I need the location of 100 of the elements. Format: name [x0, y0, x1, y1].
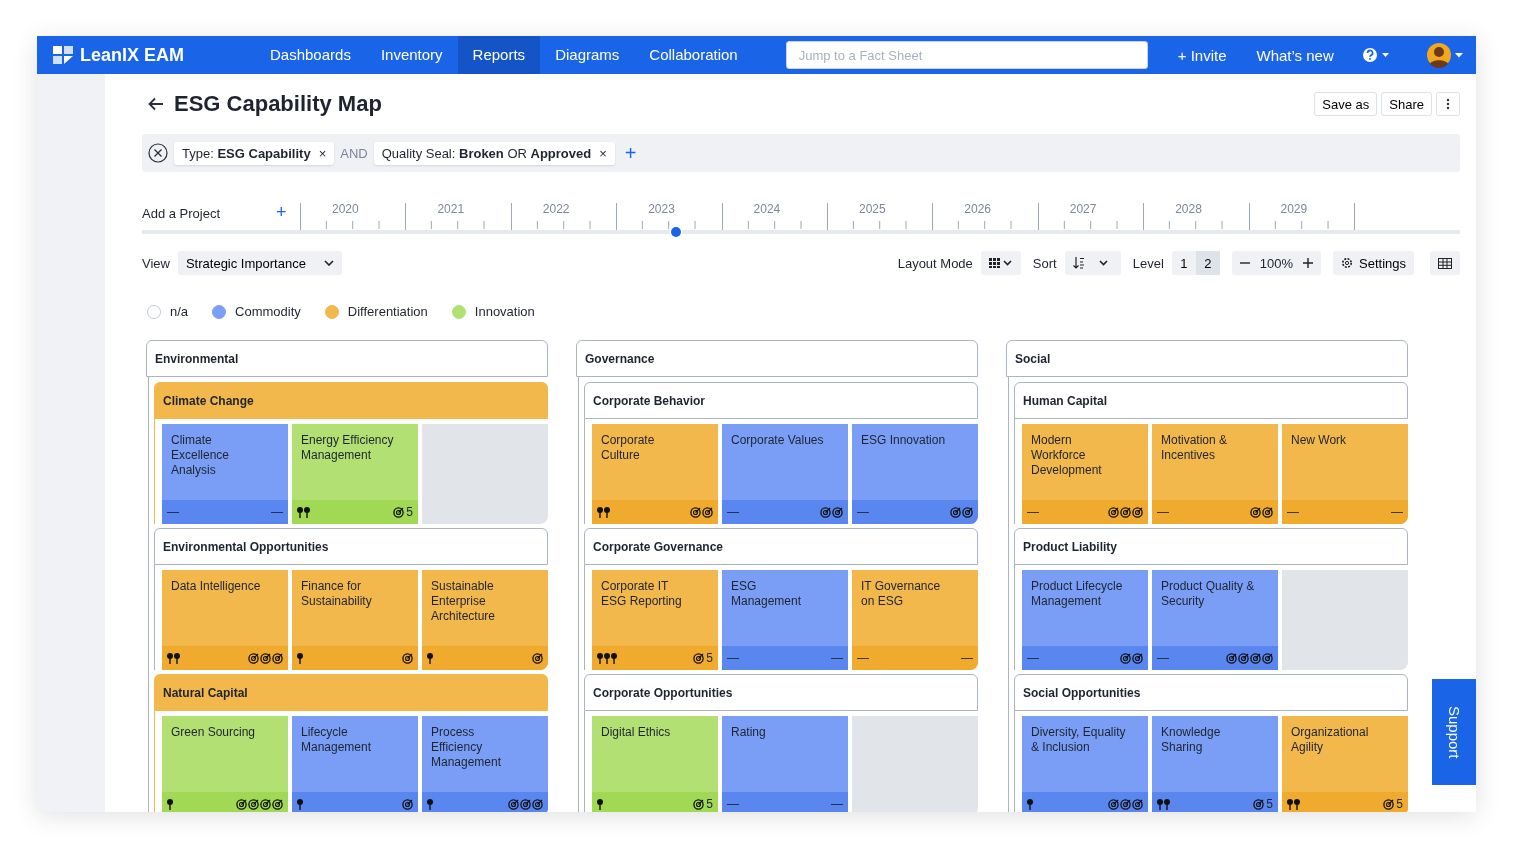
level-label: Level	[1132, 255, 1164, 271]
target-icon	[260, 798, 271, 810]
capability-card[interactable]: Product Quality & Security —	[1152, 570, 1278, 670]
target-icon	[1108, 506, 1119, 518]
support-tab[interactable]: Support	[1432, 679, 1476, 785]
year-label: 2029	[1280, 202, 1308, 216]
help-icon[interactable]	[1361, 47, 1390, 63]
filter-text: Type: ESG Capability	[182, 145, 311, 161]
nav-tab[interactable]: Reports	[457, 36, 541, 74]
target-icon	[236, 798, 247, 810]
zoom-in-icon[interactable]	[1303, 258, 1313, 268]
footer-dash: —	[727, 651, 739, 665]
card-title: Diversity, Equality & Inclusion	[1030, 724, 1127, 756]
card-title: Corporate Values	[730, 432, 825, 449]
invite-link[interactable]: + Invite	[1177, 46, 1227, 64]
timeline-marker[interactable]	[670, 227, 681, 237]
capability-card[interactable]: New Work — —	[1282, 424, 1408, 524]
capability-card[interactable]: Rating — —	[722, 716, 848, 812]
add-filter[interactable]: +	[624, 141, 637, 165]
view-dropdown[interactable]: Strategic Importance	[177, 251, 342, 275]
app-name: LeanIX EAM	[80, 44, 185, 66]
card-title: Data Intelligence	[170, 578, 262, 595]
legend-label: Differentiation	[347, 304, 428, 319]
footer-dash: —	[1027, 651, 1039, 665]
sort-dropdown[interactable]	[1064, 251, 1121, 275]
card-title: IT Governance on ESG	[860, 578, 942, 610]
target-icon	[1253, 798, 1265, 810]
subgroup-title: Product Liability	[1023, 539, 1117, 554]
filter-chip[interactable]: Quality Seal: Broken OR Approved ×	[373, 141, 615, 165]
capability-card[interactable]: Organizational Agility 5	[1282, 716, 1408, 812]
footer-count: —	[831, 797, 843, 811]
footer-dash: —	[167, 505, 179, 519]
footer-dash: —	[1027, 505, 1039, 519]
subgroup-title: Human Capital	[1023, 393, 1107, 408]
card-title: Climate Excellence Analysis	[170, 432, 231, 479]
capability-card[interactable]: Corporate IT ESG Reporting 5	[592, 570, 718, 670]
remove-filter[interactable]: ×	[318, 145, 327, 161]
capability-card[interactable]: Climate Excellence Analysis — —	[162, 424, 288, 524]
action-button[interactable]: Save as	[1314, 92, 1378, 116]
subgroup-title: Corporate Opportunities	[593, 685, 733, 700]
add-project-button[interactable]: +	[276, 202, 300, 231]
capability-card[interactable]: Motivation & Incentives —	[1152, 424, 1278, 524]
target-icon	[402, 798, 413, 810]
footer-dash: —	[857, 651, 869, 665]
group-title: Environmental	[155, 351, 239, 366]
filter-chip[interactable]: Type: ESG Capability ×	[174, 141, 335, 165]
capability-card[interactable]: Data Intelligence	[162, 570, 288, 670]
nav-tab[interactable]: Inventory	[365, 36, 458, 74]
capability-card[interactable]: Sustainable Enterprise Architecture	[422, 570, 548, 670]
avatar-icon[interactable]	[1425, 42, 1464, 68]
target-icon	[248, 798, 259, 810]
footer-dash: —	[727, 505, 739, 519]
target-icon	[1120, 506, 1131, 518]
capability-card[interactable]: Digital Ethics 5	[592, 716, 718, 812]
card-title: Process Efficiency Management	[430, 724, 503, 771]
card-title: Product Lifecycle Management	[1030, 578, 1124, 610]
more-icon	[1446, 98, 1450, 110]
legend-dot	[147, 304, 161, 319]
search-field[interactable]: Jump to a Fact Sheet	[785, 41, 1148, 69]
capability-card[interactable]: Product Lifecycle Management —	[1022, 570, 1148, 670]
clear-filters-icon[interactable]	[148, 143, 168, 163]
action-button[interactable]: Share	[1381, 92, 1432, 116]
back-arrow-icon[interactable]	[148, 97, 164, 111]
capability-card[interactable]: ESG Management — —	[722, 570, 848, 670]
footer-count: 5	[406, 505, 413, 519]
whats-new-link[interactable]: What’s new	[1256, 46, 1334, 64]
target-icon	[1262, 652, 1273, 664]
footer-dash: —	[1287, 505, 1299, 519]
capability-card[interactable]: Knowledge Sharing 5	[1152, 716, 1278, 812]
target-icon	[1132, 798, 1143, 810]
target-icon	[1238, 652, 1249, 664]
nav-tab[interactable]: Dashboards	[255, 36, 366, 74]
capability-card[interactable]: IT Governance on ESG — —	[852, 570, 978, 670]
nav-tab[interactable]: Collaboration	[634, 36, 753, 74]
layout-mode-dropdown[interactable]	[980, 251, 1021, 275]
target-icon	[393, 506, 405, 518]
remove-filter[interactable]: ×	[599, 145, 607, 161]
layout-mode-label: Layout Mode	[897, 255, 973, 271]
capability-card[interactable]: Finance for Sustainability	[292, 570, 418, 670]
level-button[interactable]: 2	[1195, 251, 1220, 275]
level-button[interactable]: 1	[1171, 251, 1196, 275]
group-title: Governance	[585, 351, 655, 366]
nav-tab[interactable]: Diagrams	[540, 36, 635, 74]
capability-card[interactable]: Green Sourcing	[162, 716, 288, 812]
table-view-button[interactable]	[1430, 251, 1460, 275]
target-icon	[532, 652, 543, 664]
card-title: Green Sourcing	[170, 724, 257, 741]
capability-card[interactable]: Process Efficiency Management	[422, 716, 548, 812]
target-icon	[1250, 652, 1261, 664]
year-label: 2027	[1069, 202, 1097, 216]
capability-card[interactable]: Corporate Culture	[592, 424, 718, 524]
capability-card[interactable]: Diversity, Equality & Inclusion	[1022, 716, 1148, 812]
target-icon	[832, 506, 843, 518]
add-project-label: Add a Project	[142, 206, 222, 223]
target-icon	[1108, 798, 1119, 810]
settings-button[interactable]: Settings	[1333, 251, 1414, 275]
capability-card[interactable]: Modern Workforce Development —	[1022, 424, 1148, 524]
capability-card[interactable]: Energy Efficiency Management 5	[292, 424, 418, 524]
capability-card[interactable]: Lifecycle Management	[292, 716, 418, 812]
capability-card[interactable]: Corporate Values —	[722, 424, 848, 524]
